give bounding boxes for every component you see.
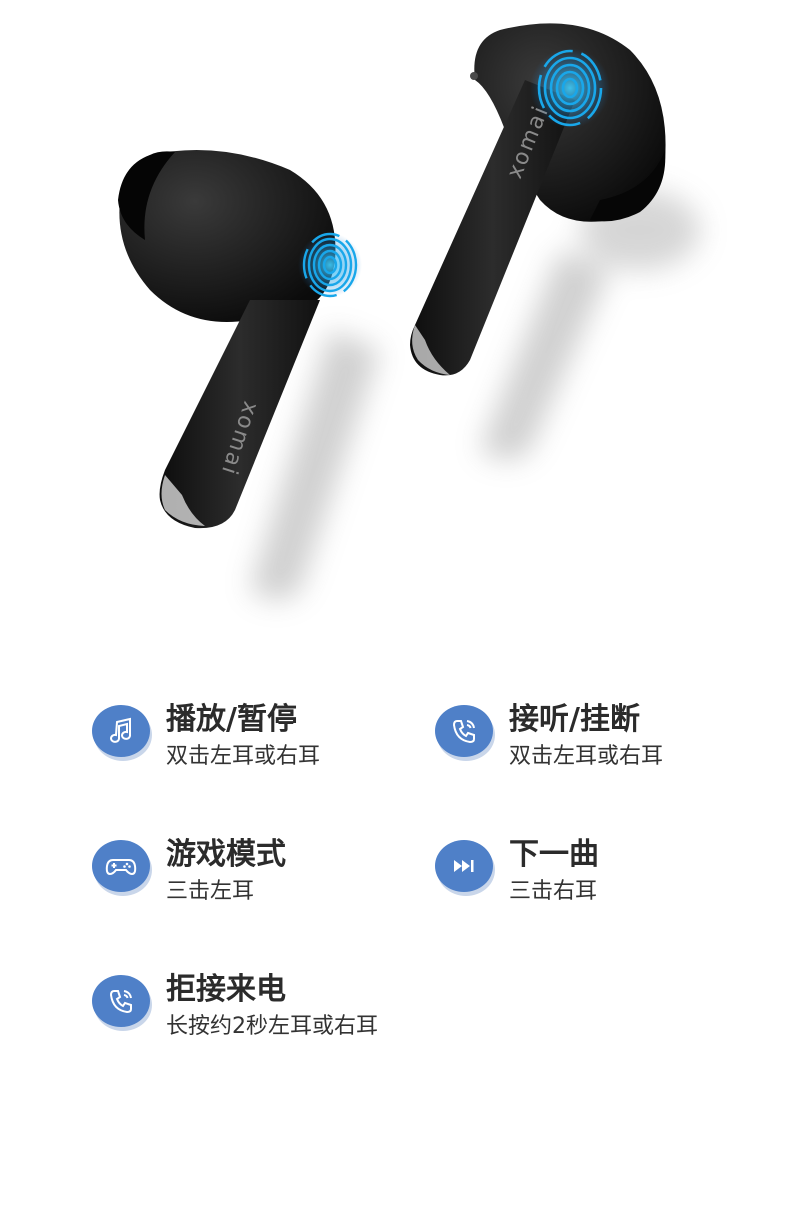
earbuds-product-image: xomai xomai [118,23,700,600]
feature-answer-hangup: 接听/挂断 双击左耳或右耳 [435,702,664,773]
feature-game-mode: 游戏模式 三击左耳 [92,837,286,908]
gamepad-icon [92,840,150,892]
feature-desc: 双击左耳或右耳 [509,744,664,769]
feature-title: 拒接来电 [166,972,286,1007]
feature-play-pause: 播放/暂停 双击左耳或右耳 [92,702,321,773]
feature-next-track: 下一曲 三击右耳 [435,837,599,908]
feature-desc: 双击左耳或右耳 [166,744,321,769]
next-track-icon [435,840,493,892]
feature-desc: 三击左耳 [166,879,255,904]
fingerprint-icon [530,48,610,128]
feature-reject-call: 拒接来电 长按约2秒左耳或右耳 [92,972,378,1043]
feature-title: 播放/暂停 [166,702,297,737]
feature-desc: 三击右耳 [509,879,598,904]
music-note-icon [92,705,150,757]
feature-title: 下一曲 [509,837,599,872]
feature-title: 接听/挂断 [509,702,640,737]
feature-title: 游戏模式 [166,837,286,872]
fingerprint-icon [298,232,362,298]
phone-call-icon [92,975,150,1027]
phone-call-icon [435,705,493,757]
feature-desc: 长按约2秒左耳或右耳 [166,1014,378,1039]
